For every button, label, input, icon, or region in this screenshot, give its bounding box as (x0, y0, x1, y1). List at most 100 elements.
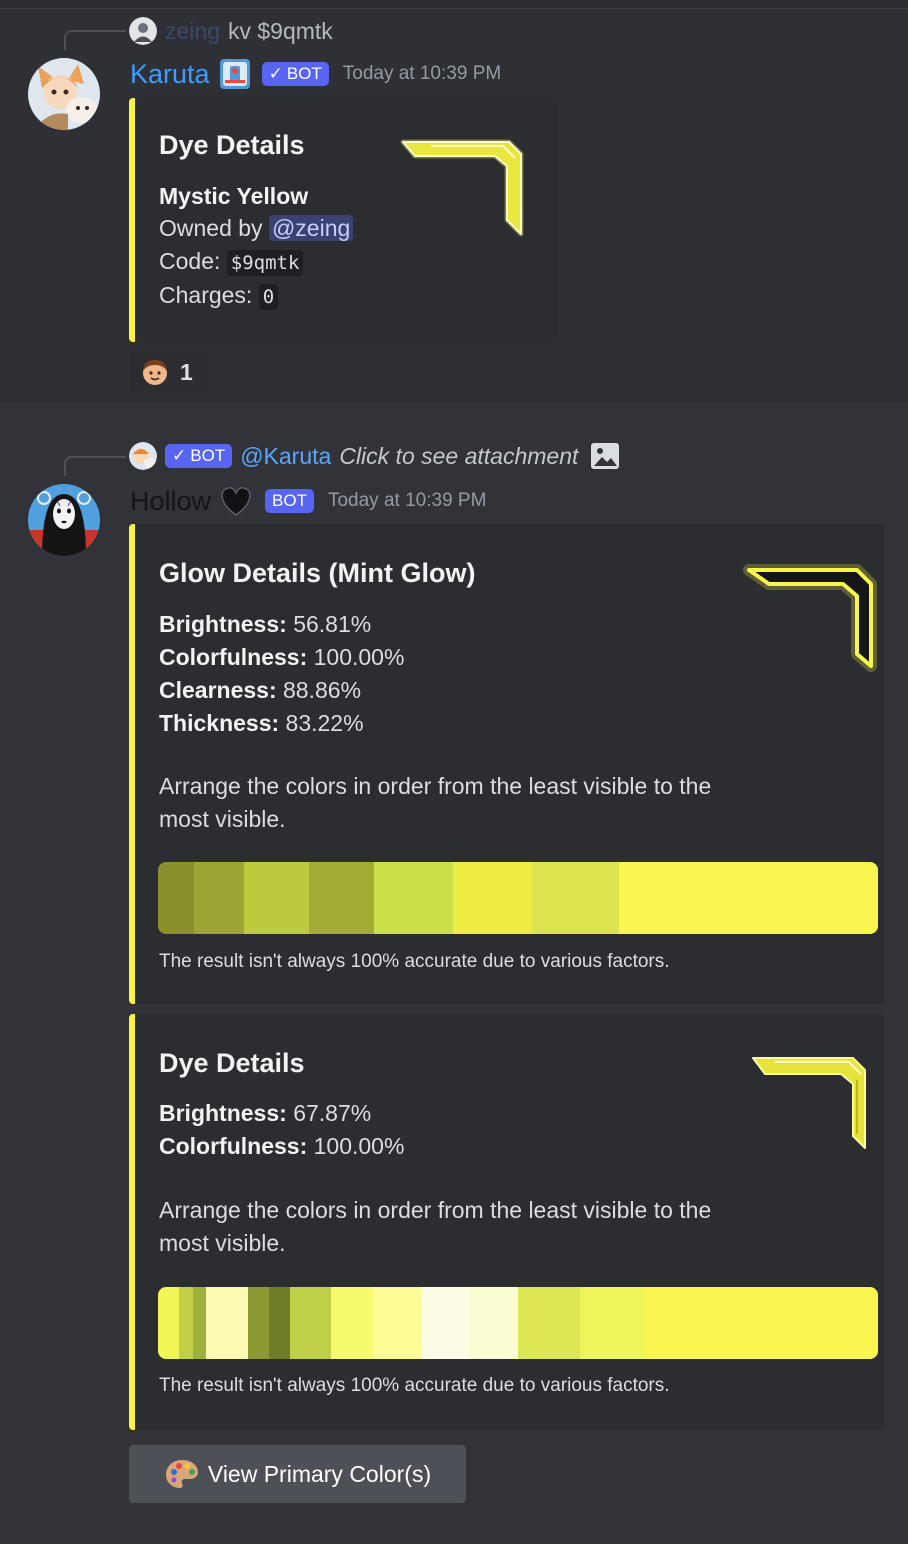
stat-label: Clearness: (159, 677, 277, 703)
dye-embed-title: Dye Details (159, 1048, 305, 1078)
game-controller-icon (218, 57, 252, 91)
reply-bot-tag-label: BOT (190, 446, 226, 465)
reply-username[interactable]: zeing (165, 18, 220, 45)
stat-colorfulness: Colorfulness: 100.00% (159, 1130, 404, 1163)
code-value: $9qmtk (226, 250, 304, 276)
message1-header: Karuta ✓ BOT Today at 10:39 PM (130, 56, 501, 92)
stat-value: 83.22% (285, 710, 364, 736)
stat-label: Brightness: (159, 611, 287, 637)
glow-frame-thumbnail[interactable] (731, 554, 885, 678)
reply-mention[interactable]: @Karuta (240, 443, 331, 470)
color-swatch (309, 862, 374, 934)
stat-label: Colorfulness: (159, 1133, 308, 1159)
color-swatch (372, 1287, 422, 1359)
charges-value: 0 (258, 284, 279, 310)
hollow-avatar[interactable] (28, 484, 100, 556)
glow-footer: The result isn't always 100% accurate du… (159, 951, 670, 972)
bot-tag-2: BOT (265, 489, 314, 513)
color-swatch (289, 1287, 332, 1359)
color-swatch (194, 862, 245, 934)
color-swatch (206, 1287, 248, 1359)
glow-color-strip (158, 862, 878, 934)
dye-name: Mystic Yellow (159, 183, 309, 209)
reply-bot-tag: ✓ BOT (165, 444, 233, 468)
color-swatch (421, 1287, 470, 1359)
top-divider (0, 0, 908, 9)
color-swatch (178, 1287, 193, 1359)
stat-label: Brightness: (159, 1100, 287, 1126)
dye-instruction: Arrange the colors in order from the lea… (159, 1197, 712, 1256)
color-swatch (618, 862, 878, 934)
dye-details-embed: Dye Details Mystic Yellow Owned by @zein… (129, 98, 558, 342)
palette-icon (165, 1460, 198, 1488)
color-swatch (517, 1287, 581, 1359)
stat-thickness: Thickness: 83.22% (159, 707, 404, 740)
glow-stats: Brightness: 56.81% Colorfulness: 100.00%… (159, 608, 404, 740)
embed-title: Dye Details (159, 130, 305, 160)
image-icon[interactable] (590, 441, 620, 471)
color-swatch (331, 1287, 373, 1359)
reply-connector (64, 30, 126, 50)
code-label: Code: (159, 248, 221, 274)
code-line: Code: $9qmtk (159, 245, 304, 280)
color-swatch (158, 862, 194, 934)
view-primary-colors-label: View Primary Color(s) (207, 1460, 432, 1487)
stat-label: Thickness: (159, 710, 280, 736)
color-swatch (374, 862, 454, 934)
bot-tag-label: BOT (286, 64, 322, 83)
color-swatch (244, 862, 310, 934)
stat-value: 67.87% (293, 1100, 372, 1126)
charges-label: Charges: (159, 282, 253, 308)
stat-value: 56.81% (293, 611, 372, 637)
color-swatch (453, 862, 533, 934)
reply-attachment-text[interactable]: Click to see attachment (339, 443, 578, 470)
author-name-hollow[interactable]: Hollow (130, 486, 211, 517)
view-primary-colors-button[interactable]: View Primary Color(s) (129, 1445, 466, 1503)
owner-line: Owned by @zeing (159, 212, 354, 245)
stat-brightness: Brightness: 67.87% (159, 1097, 404, 1130)
color-swatch (158, 1287, 179, 1359)
person-emoji-icon (143, 360, 167, 385)
stat-brightness: Brightness: 56.81% (159, 608, 404, 641)
color-swatch (469, 1287, 518, 1359)
bot-tag: ✓ BOT (261, 62, 329, 86)
karuta-mini-avatar (129, 442, 157, 470)
message2-header: Hollow BOT Today at 10:39 PM (130, 482, 486, 520)
timestamp[interactable]: Today at 10:39 PM (343, 63, 501, 85)
stat-colorfulness: Colorfulness: 100.00% (159, 641, 404, 674)
verified-check-icon: ✓ (172, 446, 187, 465)
verified-check-icon: ✓ (268, 64, 283, 83)
zeing-avatar (129, 17, 157, 45)
reaction-count: 1 (180, 358, 193, 385)
color-swatch (642, 1287, 878, 1359)
reply-command: kv $9qmtk (227, 17, 333, 44)
color-swatch (192, 1287, 207, 1359)
stat-label: Colorfulness: (159, 644, 308, 670)
owner-mention[interactable]: @zeing (268, 215, 354, 241)
color-swatch (268, 1287, 290, 1359)
stat-value: 88.86% (283, 677, 362, 703)
reaction-button[interactable]: 1 (130, 350, 208, 394)
color-swatch (580, 1287, 643, 1359)
dye-frame-thumbnail-2[interactable] (745, 1050, 875, 1154)
karuta-avatar[interactable] (28, 58, 100, 130)
color-swatch (532, 862, 619, 934)
dye-footer: The result isn't always 100% accurate du… (159, 1375, 670, 1396)
charges-line: Charges: 0 (159, 279, 279, 314)
stat-value: 100.00% (313, 1133, 405, 1159)
reply-preview[interactable]: zeing kv $9qmtk (129, 17, 333, 45)
glow-embed-title: Glow Details (Mint Glow) (159, 558, 476, 588)
dye-frame-thumbnail[interactable] (391, 126, 541, 246)
glow-instruction: Arrange the colors in order from the lea… (159, 773, 712, 832)
author-name-karuta[interactable]: Karuta (130, 59, 210, 90)
stat-clearness: Clearness: 88.86% (159, 674, 404, 707)
timestamp-2[interactable]: Today at 10:39 PM (328, 490, 486, 512)
dye-details-embed-2: Dye Details Brightness: 67.87% Colorfuln… (129, 1014, 884, 1430)
owned-by-label: Owned by (159, 215, 263, 241)
color-swatch (247, 1287, 269, 1359)
reply-preview-2[interactable]: ✓ BOT @Karuta Click to see attachment (129, 441, 620, 471)
reply-connector-2 (64, 456, 126, 476)
dye-stats: Brightness: 67.87% Colorfulness: 100.00% (159, 1097, 404, 1163)
dye-color-strip (158, 1287, 878, 1359)
black-heart-icon (221, 487, 251, 516)
